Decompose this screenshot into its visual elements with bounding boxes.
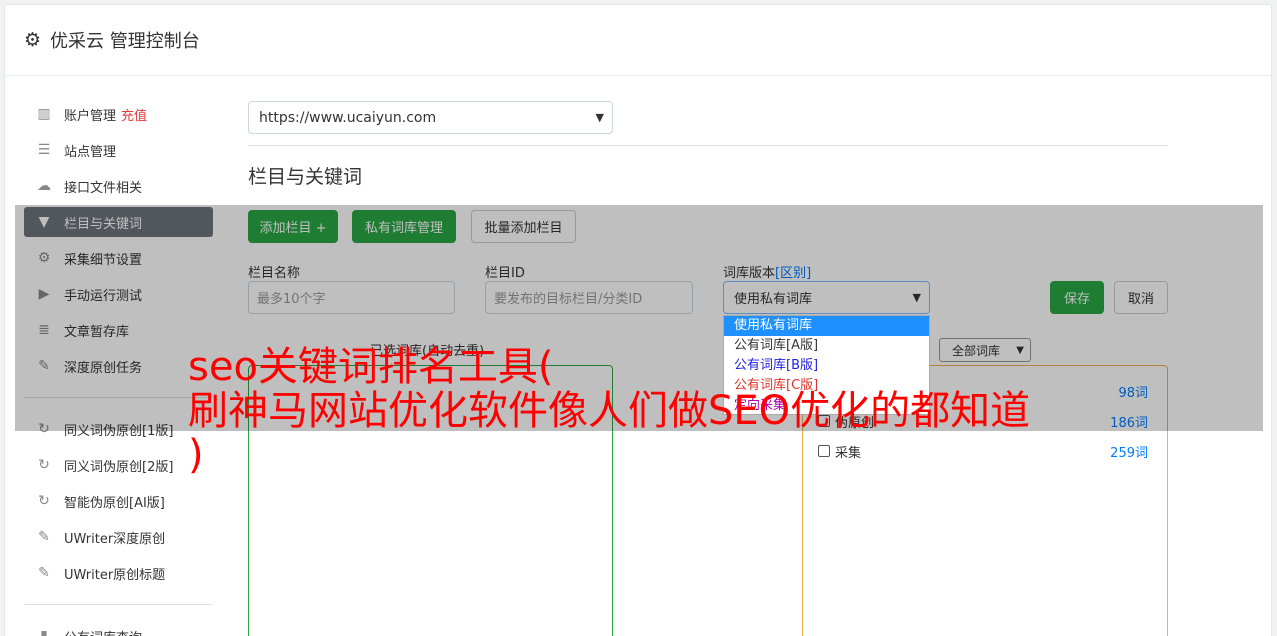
cloud-upload-icon: ☁ bbox=[37, 178, 51, 194]
sidebar-item-public-lib[interactable]: ▮ 公有词库查询 bbox=[24, 618, 213, 636]
page-header: ⚙ 优采云 管理控制台 bbox=[4, 4, 1272, 76]
book-icon: ▮ bbox=[40, 628, 48, 636]
sidebar-item-label: 接口文件相关 bbox=[64, 180, 143, 196]
sidebar-item-uwriter-deep[interactable]: ✎ UWriter深度原创 bbox=[24, 519, 213, 555]
gear-icon: ⚙ bbox=[24, 28, 42, 51]
refresh-icon: ↻ bbox=[38, 493, 50, 509]
section-title: 栏目与关键词 bbox=[248, 166, 363, 188]
sidebar-item-interface[interactable]: ☁ 接口文件相关 bbox=[24, 168, 213, 204]
library-count: 259词 bbox=[1110, 445, 1148, 461]
divider bbox=[248, 145, 1168, 146]
sidebar-item-sites[interactable]: ☰ 站点管理 bbox=[24, 132, 213, 168]
watermark-line: ) bbox=[188, 432, 204, 478]
edit-icon: ✎ bbox=[38, 529, 50, 545]
watermark-line: 刷神马网站优化软件像人们做SEO优化的都知道 bbox=[188, 388, 1031, 434]
sidebar-item-label: 智能伪原创[AI版] bbox=[64, 495, 165, 511]
refresh-icon: ↻ bbox=[38, 457, 50, 473]
sidebar-item-synonym-v2[interactable]: ↻ 同义词伪原创[2版] bbox=[24, 447, 213, 483]
site-select[interactable]: https://www.ucaiyun.com ▼ bbox=[248, 101, 613, 134]
site-select-value: https://www.ucaiyun.com bbox=[259, 109, 437, 126]
sidebar-item-label: 站点管理 bbox=[64, 144, 117, 160]
sidebar-item-label: UWriter原创标题 bbox=[64, 567, 166, 583]
chevron-down-icon: ▼ bbox=[595, 111, 604, 124]
sidebar-divider bbox=[24, 604, 213, 605]
bar-chart-icon: ▥ bbox=[37, 106, 51, 122]
watermark-line: seo关键词排名工具( bbox=[188, 344, 554, 390]
edit-icon: ✎ bbox=[38, 565, 50, 581]
watermark-text: seo关键词排名工具( 刷神马网站优化软件像人们做SEO优化的都知道 ) bbox=[188, 345, 1108, 477]
server-icon: ☰ bbox=[37, 142, 51, 158]
sidebar-item-label: 账户管理 bbox=[64, 108, 117, 124]
dropdown-option[interactable]: 使用私有词库 bbox=[724, 316, 929, 336]
page-title: 优采云 管理控制台 bbox=[50, 30, 200, 52]
sidebar-item-label: 同义词伪原创[2版] bbox=[64, 459, 174, 475]
sidebar-item-label: 公有词库查询 bbox=[64, 627, 142, 636]
sidebar-item-uwriter-title[interactable]: ✎ UWriter原创标题 bbox=[24, 555, 213, 591]
sidebar-item-account[interactable]: ▥ 账户管理 充值 bbox=[24, 96, 213, 132]
recharge-link[interactable]: 充值 bbox=[121, 105, 147, 124]
sidebar-item-label: UWriter深度原创 bbox=[64, 531, 166, 547]
sidebar-item-ai-rewrite[interactable]: ↻ 智能伪原创[AI版] bbox=[24, 483, 213, 519]
